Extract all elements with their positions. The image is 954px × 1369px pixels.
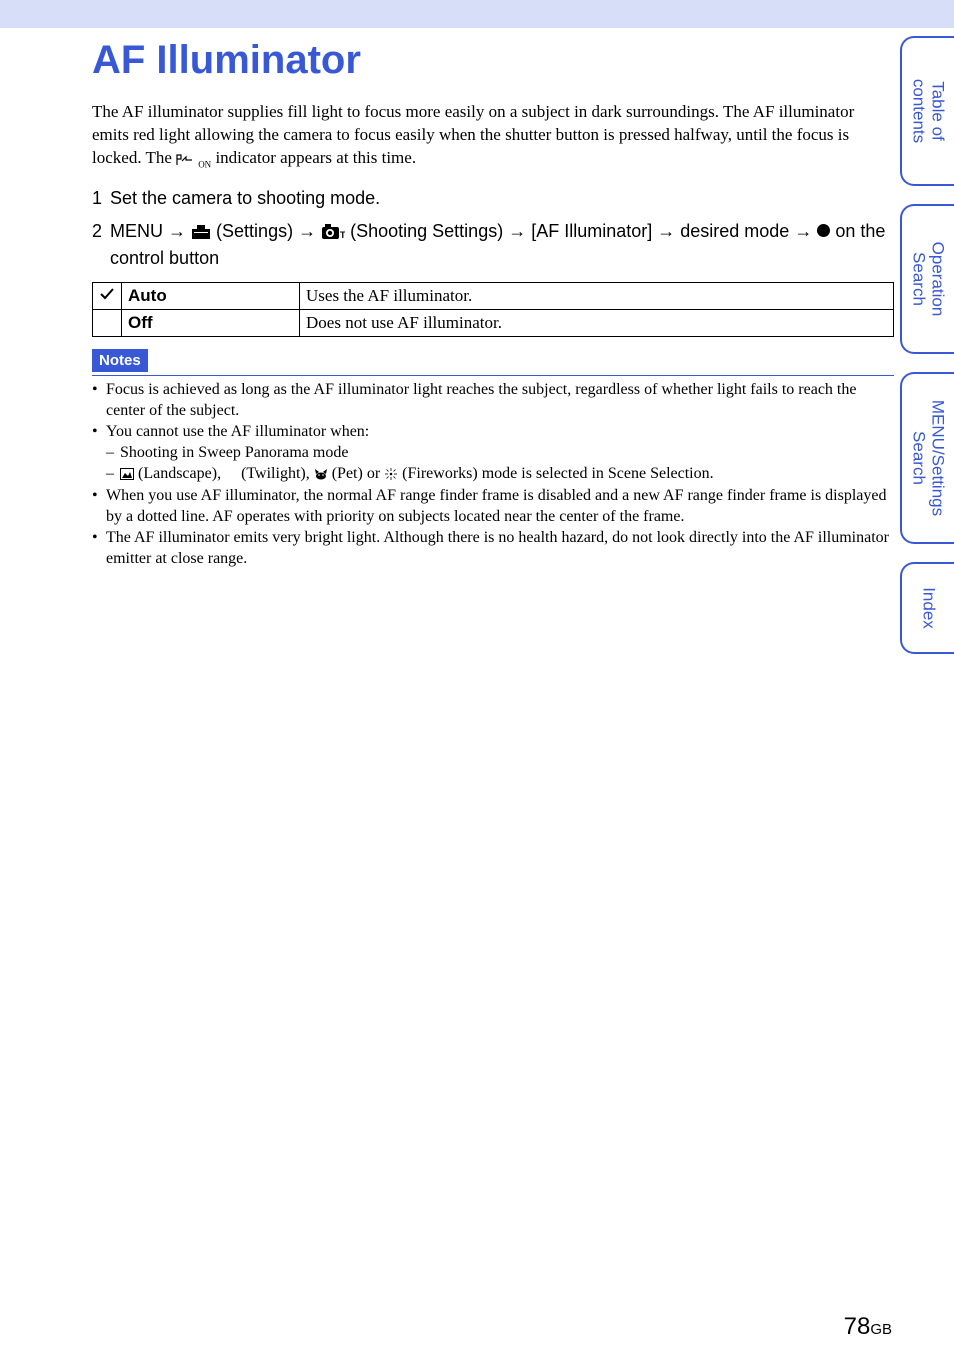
notes-heading: Notes — [92, 349, 148, 372]
settings-table: Auto Uses the AF illuminator. Off Does n… — [92, 282, 894, 337]
list-item: When you use AF illuminator, the normal … — [92, 486, 894, 528]
setting-label: Auto — [122, 282, 300, 309]
step-1-text: Set the camera to shooting mode. — [110, 185, 894, 212]
setting-desc: Does not use AF illuminator. — [300, 309, 894, 336]
twilight-icon — [225, 465, 241, 482]
page-number: 78GB — [844, 1313, 892, 1341]
tab-index-label: Index — [919, 587, 938, 629]
setting-label: Off — [122, 309, 300, 336]
intro-paragraph: The AF illuminator supplies fill light t… — [92, 101, 894, 171]
tab-table-of-contents[interactable]: Table of contents — [900, 36, 954, 186]
notes-section: Notes Focus is achieved as long as the A… — [92, 349, 894, 570]
note-pet: (Pet) or — [332, 465, 384, 482]
step-2-settings: (Settings) — [216, 221, 298, 241]
main-content: AF Illuminator The AF illuminator suppli… — [0, 28, 954, 570]
fireworks-icon — [384, 465, 402, 482]
arrow-icon: → — [298, 221, 316, 241]
list-item: Shooting in Sweep Panorama mode — [106, 443, 894, 464]
step-2-af: [AF Illuminator] — [526, 221, 657, 241]
arrow-icon: → — [657, 221, 675, 241]
landscape-icon — [120, 465, 138, 482]
tab-op-label: Operation Search — [909, 242, 946, 317]
af-indicator-icon: ON — [176, 147, 211, 171]
tab-menu-label: MENU/Settings Search — [909, 400, 946, 516]
table-row: Auto Uses the AF illuminator. — [93, 282, 894, 309]
step-2-number: 2 — [92, 218, 102, 272]
tab-toc-label: Table of contents — [909, 79, 946, 143]
step-2-desired: desired mode — [675, 221, 794, 241]
page-num-value: 78 — [844, 1313, 871, 1340]
top-decorative-band — [0, 0, 954, 28]
arrow-icon: → — [508, 221, 526, 241]
note-twilight: (Twilight), — [241, 465, 314, 482]
pet-icon — [314, 465, 332, 482]
intro-text-suffix: indicator appears at this time. — [215, 148, 416, 167]
svg-text:T: T — [340, 230, 345, 240]
step-1: 1 Set the camera to shooting mode. — [92, 185, 894, 212]
list-item: Focus is achieved as long as the AF illu… — [92, 380, 894, 422]
step-1-number: 1 — [92, 185, 102, 212]
check-cell — [93, 282, 122, 309]
table-row: Off Does not use AF illuminator. — [93, 309, 894, 336]
list-item: The AF illuminator emits very bright lig… — [92, 528, 894, 570]
notes-divider — [92, 375, 894, 376]
camera-gear-icon: T — [321, 221, 350, 241]
page-suffix: GB — [870, 1321, 892, 1338]
step-2-shooting: (Shooting Settings) — [350, 221, 508, 241]
note-landscape: (Landscape), — [138, 465, 225, 482]
tab-menu-settings-search[interactable]: MENU/Settings Search — [900, 372, 954, 544]
check-icon — [99, 287, 115, 301]
notes-list: Focus is achieved as long as the AF illu… — [92, 380, 894, 570]
note-fireworks: (Fireworks) mode is selected in Scene Se… — [402, 465, 713, 482]
setting-desc: Uses the AF illuminator. — [300, 282, 894, 309]
step-2: 2 MENU → (Settings) → T — [92, 218, 894, 272]
center-button-icon — [817, 224, 830, 237]
note-text: You cannot use the AF illuminator when: — [106, 423, 369, 440]
arrow-icon: → — [168, 221, 186, 241]
tab-index[interactable]: Index — [900, 562, 954, 654]
list-item: (Landscape), (Twilight), — [106, 464, 894, 485]
step-2-menu-prefix: MENU — [110, 221, 168, 241]
toolbox-icon — [191, 221, 216, 241]
list-item: You cannot use the AF illuminator when: … — [92, 422, 894, 484]
indicator-on-sub: ON — [198, 160, 211, 170]
notes-sublist: Shooting in Sweep Panorama mode (Landsca… — [106, 443, 894, 485]
step-2-text: MENU → (Settings) → T (Shooting Set — [110, 218, 894, 272]
check-cell-empty — [93, 309, 122, 336]
page-title: AF Illuminator — [92, 38, 894, 83]
tab-operation-search[interactable]: Operation Search — [900, 204, 954, 354]
arrow-icon: → — [794, 221, 812, 241]
side-tabs: Table of contents Operation Search MENU/… — [900, 36, 954, 672]
